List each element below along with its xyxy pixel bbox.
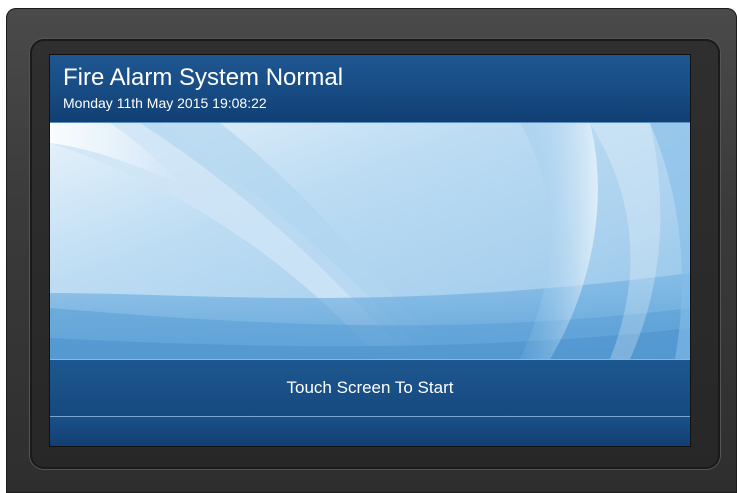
date-time-display: Monday 11th May 2015 19:08:22: [63, 95, 267, 111]
touch-screen[interactable]: Fire Alarm System Normal Monday 11th May…: [50, 55, 690, 446]
footer-panel: Touch Screen To Start: [50, 359, 690, 446]
background-wallpaper: [50, 123, 690, 359]
status-header: Fire Alarm System Normal Monday 11th May…: [50, 55, 690, 123]
footer-strip: [50, 417, 690, 446]
touch-to-start-button[interactable]: Touch Screen To Start: [50, 360, 690, 416]
system-status-title: Fire Alarm System Normal: [63, 64, 344, 91]
